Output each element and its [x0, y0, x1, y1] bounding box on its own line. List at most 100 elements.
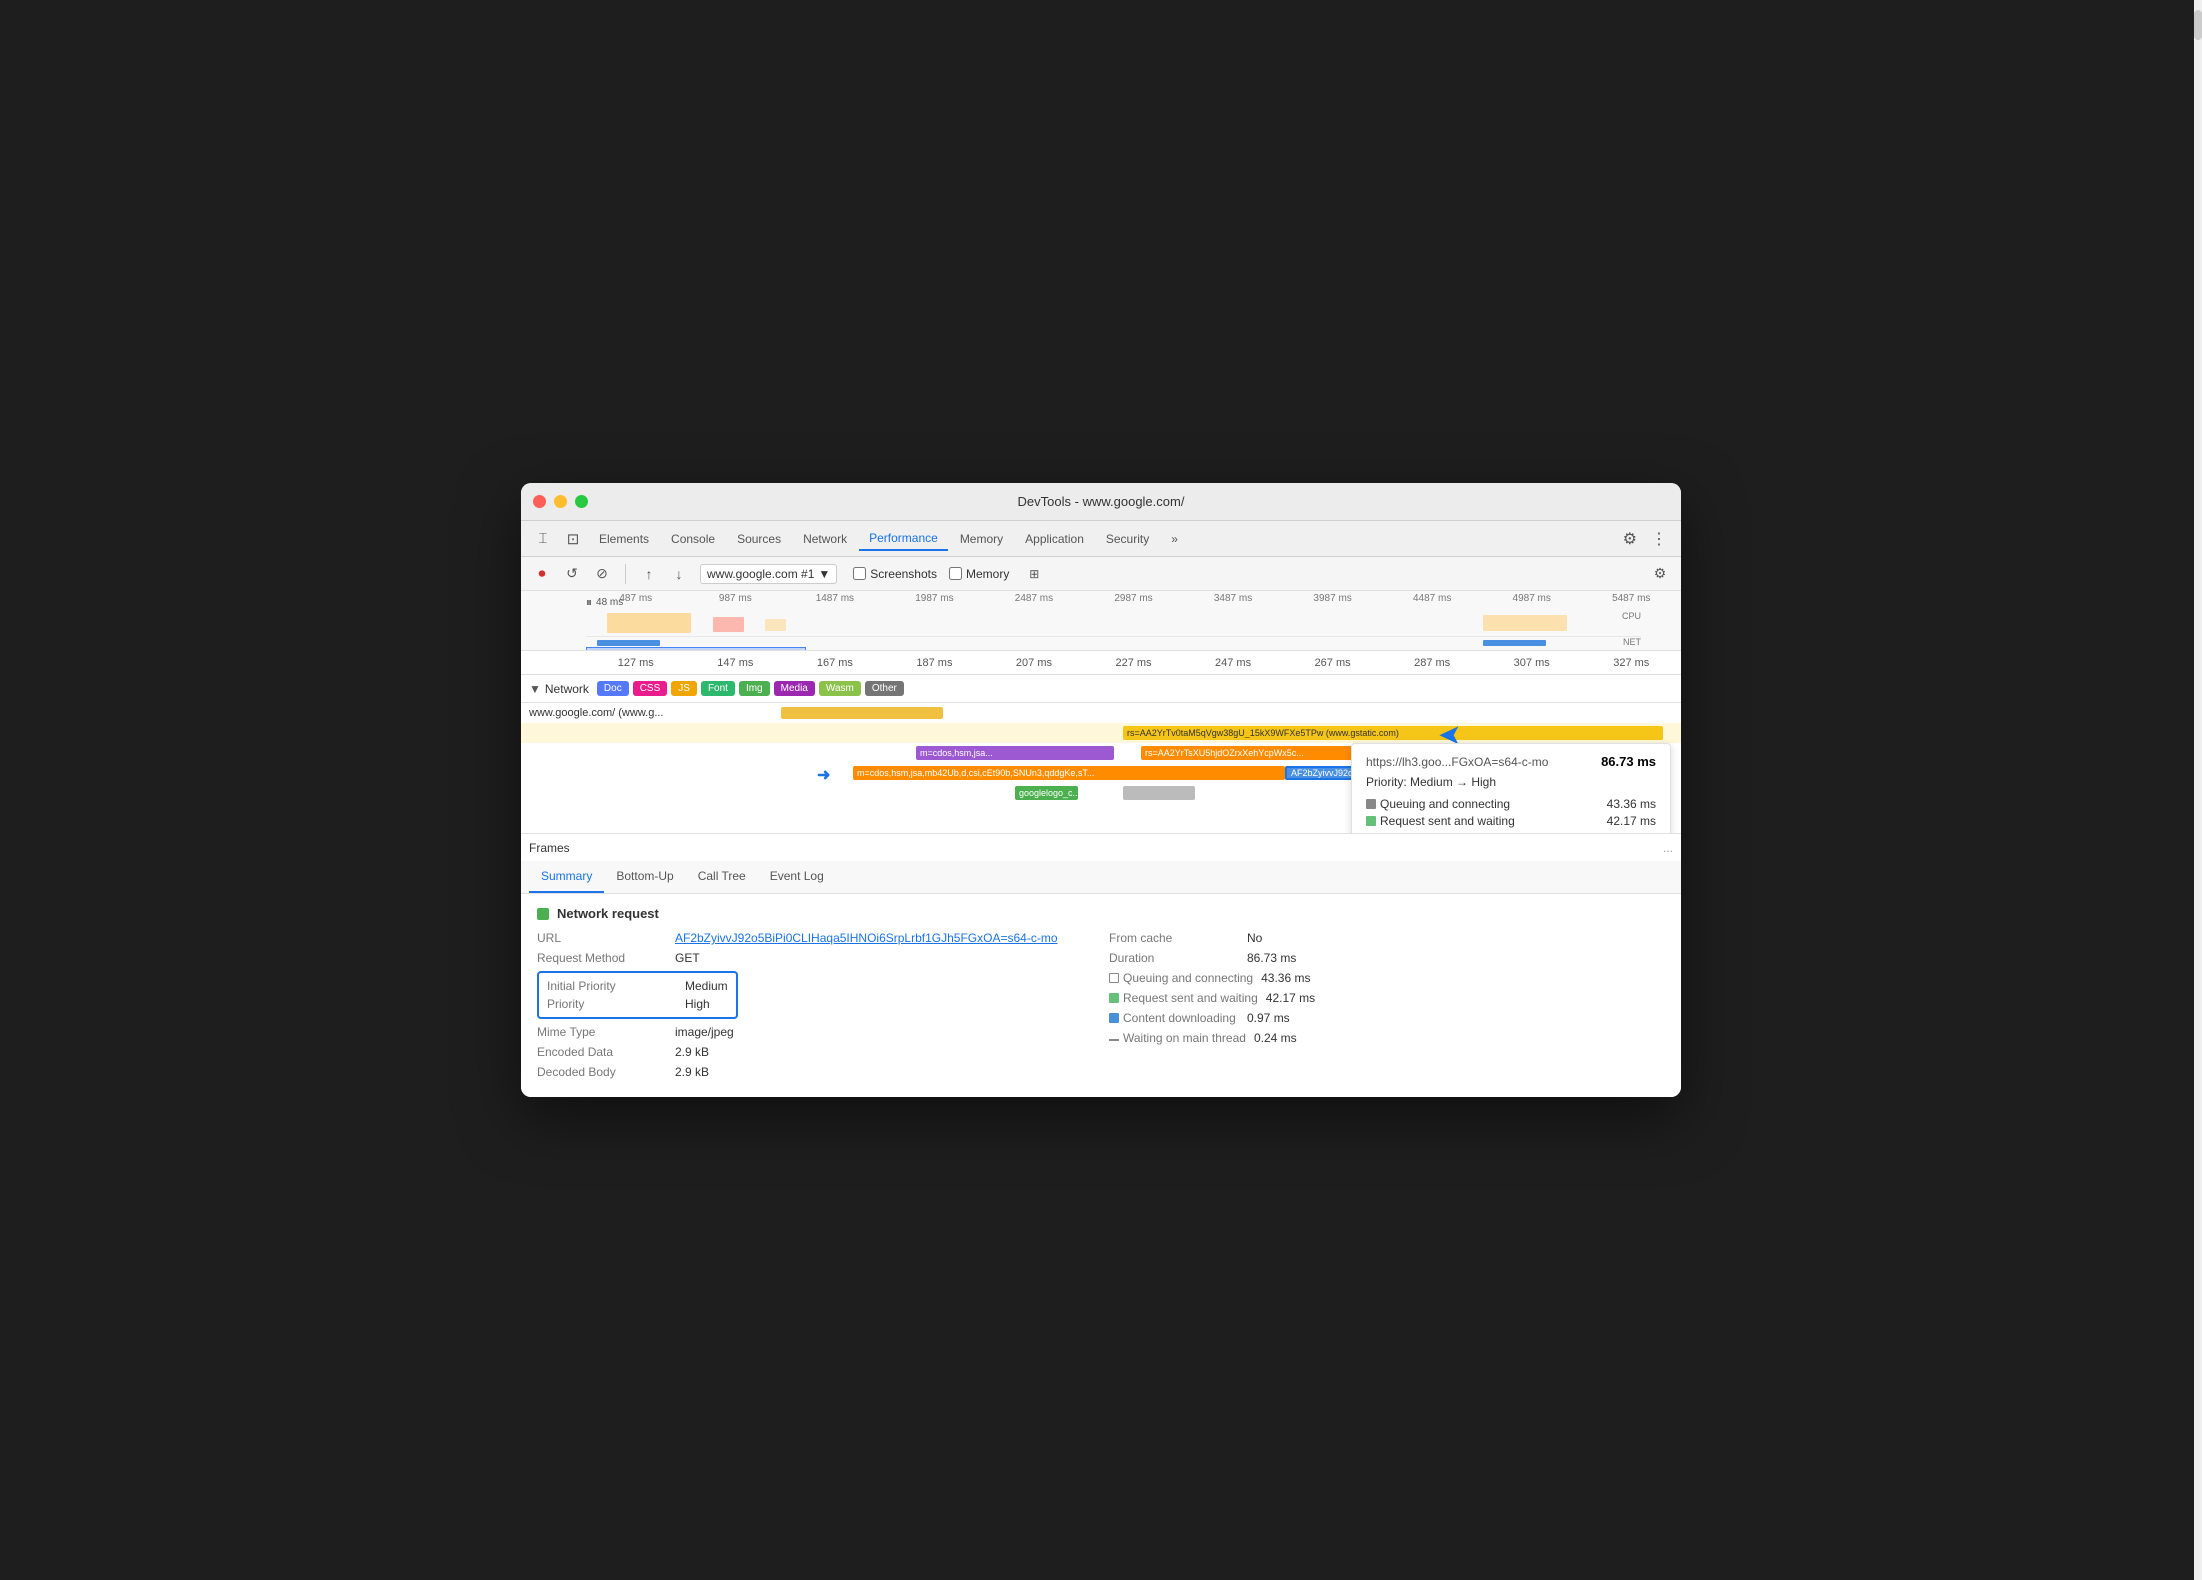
minimize-button[interactable]	[554, 495, 567, 508]
frames-label: Frames	[529, 841, 570, 855]
ruler-label-7: 3987 ms	[1283, 593, 1383, 604]
bottom-label-6: 247 ms	[1183, 657, 1283, 669]
priority-highlight-box: Initial Priority Medium Priority High	[537, 971, 738, 1019]
checkbox-group: Screenshots Memory ⊞	[853, 561, 1047, 587]
performance-toolbar: ⏺ ↺ ⊘ ↑ ↓ www.google.com #1 ▼ Screenshot…	[521, 557, 1681, 591]
filter-js[interactable]: JS	[671, 681, 697, 696]
refresh-icon[interactable]: ↺	[559, 561, 585, 587]
url-value[interactable]: AF2bZyivvJ92o5BiPi0CLIHaqa5IHNOi6SrpLrbf…	[675, 931, 1058, 945]
memory-extra-icon[interactable]: ⊞	[1021, 561, 1047, 587]
tooltip-url-row: https://lh3.goo...FGxOA=s64-c-mo 86.73 m…	[1366, 754, 1656, 769]
ruler-label-3: 1987 ms	[885, 593, 985, 604]
tab-memory[interactable]: Memory	[950, 528, 1013, 550]
collapse-icon[interactable]: ▼	[529, 682, 541, 696]
tab-performance[interactable]: Performance	[859, 527, 948, 551]
bottom-label-10: 327 ms	[1581, 657, 1681, 669]
bar-0	[781, 707, 943, 719]
bar-2a: m=cdos,hsm,jsa...	[916, 746, 1114, 760]
initial-priority-value: Medium	[685, 979, 728, 993]
window-title: DevTools - www.google.com/	[1018, 494, 1185, 509]
bottom-label-7: 267 ms	[1283, 657, 1383, 669]
record-icon[interactable]: ⏺	[529, 561, 555, 587]
ruler-label-6: 3487 ms	[1183, 593, 1283, 604]
filter-font[interactable]: Font	[701, 681, 735, 696]
url-value: www.google.com #1	[707, 567, 814, 581]
close-button[interactable]	[533, 495, 546, 508]
request-label: Request sent and waiting	[1380, 814, 1515, 828]
upload-icon[interactable]: ↑	[636, 561, 662, 587]
capture-settings-icon[interactable]: ⚙	[1647, 561, 1673, 587]
initial-priority-row: Initial Priority Medium	[547, 979, 728, 993]
bottom-label-0: 127 ms	[586, 657, 686, 669]
tab-console[interactable]: Console	[661, 528, 725, 550]
tab-summary[interactable]: Summary	[529, 861, 604, 893]
queuing-icon	[1109, 973, 1119, 983]
clear-icon[interactable]: ⊘	[589, 561, 615, 587]
filter-css[interactable]: CSS	[633, 681, 668, 696]
url-label: URL	[537, 931, 667, 945]
summary-left: URL AF2bZyivvJ92o5BiPi0CLIHaqa5IHNOi6Srp…	[537, 931, 1093, 1085]
more-options-icon[interactable]: ⋮	[1645, 525, 1673, 553]
encoded-value: 2.9 kB	[675, 1045, 709, 1059]
network-waterfall[interactable]: www.google.com/ (www.g... rs=AA2YrTv0taM…	[521, 703, 1681, 833]
memory-label: Memory	[966, 567, 1009, 581]
settings-icon[interactable]: ⚙	[1617, 525, 1643, 553]
section-title-text: Network request	[557, 906, 659, 921]
url-row: URL AF2bZyivvJ92o5BiPi0CLIHaqa5IHNOi6Srp…	[537, 931, 1093, 945]
tooltip-url-text: https://lh3.goo...FGxOA=s64-c-mo	[1366, 755, 1548, 769]
decoded-row: Decoded Body 2.9 kB	[537, 1065, 1093, 1079]
filter-other[interactable]: Other	[865, 681, 904, 696]
content-icon	[1109, 1013, 1119, 1023]
right-waiting-value: 0.24 ms	[1254, 1031, 1297, 1045]
toolbar-divider	[625, 564, 626, 584]
devtools-window: DevTools - www.google.com/ ⌶ ⊡ Elements …	[521, 483, 1681, 1097]
url-selector[interactable]: www.google.com #1 ▼	[700, 564, 837, 584]
tab-sources[interactable]: Sources	[727, 528, 791, 550]
right-waiting-label: Waiting on main thread	[1109, 1031, 1246, 1045]
cache-value: No	[1247, 931, 1262, 945]
network-section: ▼ Network Doc CSS JS Font Img Media Wasm…	[521, 675, 1681, 833]
right-queuing-label: Queuing and connecting	[1109, 971, 1253, 985]
tab-elements[interactable]: Elements	[589, 528, 659, 550]
network-row-1[interactable]: rs=AA2YrTv0taM5qVgw38gU_15kX9WFXe5TPw (w…	[521, 723, 1681, 743]
bar-area-1: rs=AA2YrTv0taM5qVgw38gU_15kX9WFXe5TPw (w…	[781, 723, 1681, 743]
filter-img[interactable]: Img	[739, 681, 770, 696]
tab-event-log[interactable]: Event Log	[758, 861, 836, 893]
bottom-label-4: 207 ms	[984, 657, 1084, 669]
right-request-value: 42.17 ms	[1266, 991, 1315, 1005]
request-value: 42.17 ms	[1607, 814, 1656, 828]
duration-row: Duration 86.73 ms	[1109, 951, 1665, 965]
screenshots-checkbox[interactable]: Screenshots	[853, 567, 937, 581]
mime-label: Mime Type	[537, 1025, 667, 1039]
tab-network[interactable]: Network	[793, 528, 857, 550]
filter-wasm[interactable]: Wasm	[819, 681, 861, 696]
cursor-icon[interactable]: ⌶	[529, 525, 557, 553]
maximize-button[interactable]	[575, 495, 588, 508]
ruler-label-0: 487 ms	[586, 593, 686, 604]
content-label: Content downloading	[1380, 831, 1493, 833]
right-queuing-row: Queuing and connecting 43.36 ms	[1109, 971, 1665, 985]
right-content-value: 0.97 ms	[1247, 1011, 1290, 1025]
tab-security[interactable]: Security	[1096, 528, 1159, 550]
ruler-label-4: 2487 ms	[984, 593, 1084, 604]
summary-section-title: Network request	[537, 906, 1665, 921]
ruler-label-9: 4987 ms	[1482, 593, 1582, 604]
right-request-row: Request sent and waiting 42.17 ms	[1109, 991, 1665, 1005]
initial-priority-label: Initial Priority	[547, 979, 677, 993]
method-value: GET	[675, 951, 700, 965]
right-request-label: Request sent and waiting	[1109, 991, 1258, 1005]
filter-doc[interactable]: Doc	[597, 681, 629, 696]
memory-checkbox[interactable]: Memory	[949, 567, 1009, 581]
tooltip-priority: Priority: Medium → High	[1366, 775, 1656, 789]
responsive-icon[interactable]: ⊡	[559, 525, 587, 553]
tab-more[interactable]: »	[1161, 528, 1188, 550]
tab-application[interactable]: Application	[1015, 528, 1094, 550]
tab-bottom-up[interactable]: Bottom-Up	[604, 861, 685, 893]
download-icon[interactable]: ↓	[666, 561, 692, 587]
filter-media[interactable]: Media	[774, 681, 815, 696]
priority-row: Priority High	[547, 997, 728, 1011]
tab-call-tree[interactable]: Call Tree	[686, 861, 758, 893]
network-row-0[interactable]: www.google.com/ (www.g...	[521, 703, 1681, 723]
ruler-label-8: 4487 ms	[1382, 593, 1482, 604]
summary-right: From cache No Duration 86.73 ms Queuing …	[1109, 931, 1665, 1085]
